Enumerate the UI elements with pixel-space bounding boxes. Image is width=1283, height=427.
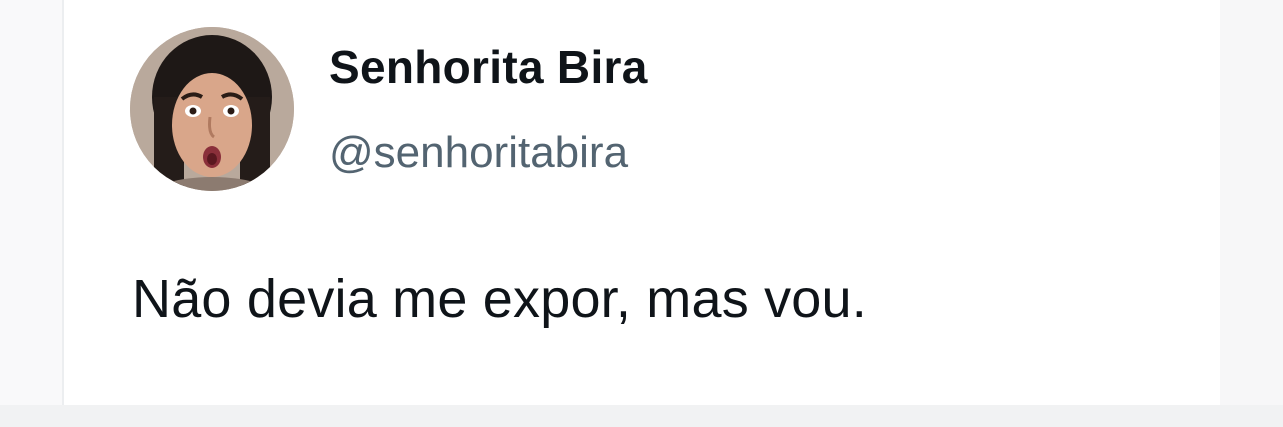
right-margin [1220,0,1283,405]
avatar[interactable] [130,27,294,191]
author-display-name[interactable]: Senhorita Bira [329,40,648,94]
author-handle[interactable]: @senhoritabira [329,128,628,178]
user-avatar-icon [130,27,294,191]
screenshot-page: Senhorita Bira @senhoritabira Não devia … [0,0,1283,427]
bottom-margin [0,405,1283,427]
tweet-text: Não devia me expor, mas vou. [132,269,867,329]
left-margin [0,0,64,405]
tweet-card: Senhorita Bira @senhoritabira Não devia … [64,0,1220,405]
